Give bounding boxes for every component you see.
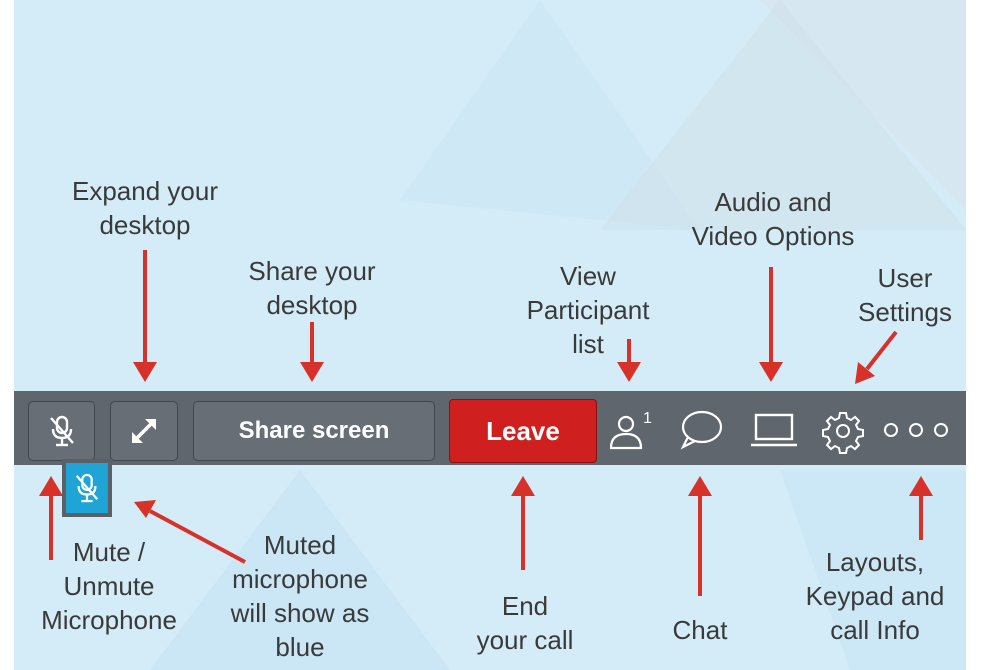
leave-button[interactable]: Leave [449, 399, 597, 463]
participants-icon: 1 [609, 410, 652, 450]
mute-button[interactable] [28, 401, 95, 461]
participant-count: 1 [643, 410, 652, 427]
annotation-user-settings: User Settings [858, 263, 952, 327]
muted-microphone-icon [75, 473, 99, 503]
chat-button[interactable] [676, 407, 726, 453]
av-options-button[interactable] [748, 409, 800, 451]
laptop-icon [751, 413, 797, 447]
annotation-share: Share your desktop [248, 256, 376, 320]
annotation-mute: Mute / Unmute Microphone [41, 537, 177, 635]
more-icon [884, 423, 948, 437]
microphone-icon [49, 415, 74, 447]
annotation-chat: Chat [672, 615, 728, 645]
expand-icon [132, 419, 156, 443]
annotation-expand: Expand your desktop [72, 176, 218, 240]
muted-microphone-badge [62, 459, 112, 517]
expand-button[interactable] [110, 401, 178, 461]
annotation-participants: View Participant list [526, 261, 650, 359]
annotation-av-options: Audio and Video Options [691, 187, 855, 251]
annotation-layouts: Layouts, Keypad and call Info [805, 547, 945, 645]
chat-icon [680, 410, 723, 450]
share-screen-button[interactable]: Share screen [193, 401, 435, 461]
gear-icon [822, 412, 864, 454]
more-button[interactable] [876, 416, 956, 444]
settings-button[interactable] [818, 406, 868, 456]
participants-button[interactable]: 1 [606, 406, 658, 456]
annotation-muted: Muted microphone will show as blue [230, 530, 370, 662]
annotation-leave: End your call [476, 591, 574, 655]
muted-badge-fill [66, 463, 108, 513]
